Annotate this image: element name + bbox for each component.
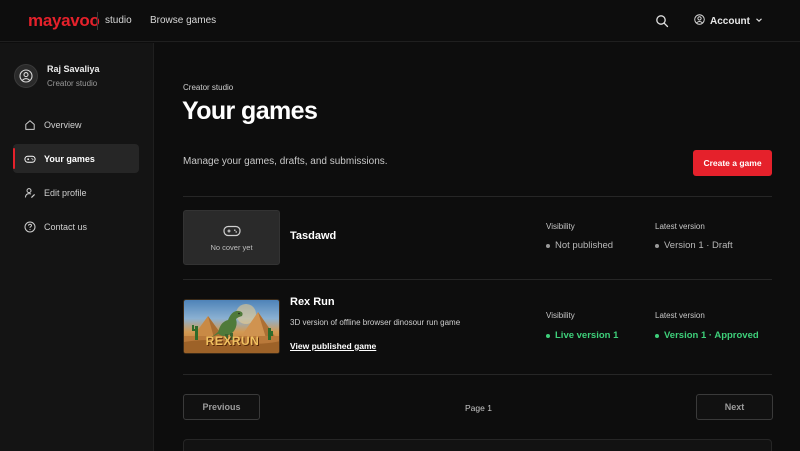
- sidebar-item-label: Your games: [44, 153, 95, 164]
- browse-games-link[interactable]: Browse games: [150, 15, 216, 26]
- game-title[interactable]: Tasdawd: [290, 230, 336, 242]
- page-subtitle: Manage your games, drafts, and submissio…: [183, 156, 388, 167]
- status-dot: [655, 243, 659, 248]
- game-cover-image[interactable]: REXRUN: [183, 299, 280, 354]
- sidebar: Raj Savaliya Creator studio Overview You…: [0, 43, 154, 451]
- gamepad-icon: [24, 153, 36, 165]
- page-indicator: Page 1: [465, 403, 492, 413]
- visibility-label: Visibility: [546, 311, 575, 320]
- cover-title-text: REXRUN: [205, 334, 260, 348]
- status-dot: [546, 243, 550, 248]
- help-circle-icon: [24, 221, 36, 233]
- sidebar-item-your-games[interactable]: Your games: [13, 144, 139, 173]
- gamepad-icon: [222, 225, 241, 236]
- latest-version-label: Latest version: [655, 311, 705, 320]
- game-cover-placeholder[interactable]: No cover yet: [183, 210, 280, 265]
- view-published-game-link[interactable]: View published game: [290, 341, 376, 351]
- game-title[interactable]: Rex Run: [290, 296, 335, 308]
- status-dot: [546, 333, 550, 338]
- game-row: No cover yet Tasdawd Visibility Not publ…: [183, 197, 772, 279]
- brand-logo[interactable]: mayavoo: [28, 11, 100, 31]
- user-edit-icon: [24, 187, 36, 199]
- sidebar-item-contact-us[interactable]: Contact us: [13, 212, 139, 241]
- previous-page-button[interactable]: Previous: [183, 394, 260, 420]
- home-icon: [24, 119, 36, 131]
- visibility-value: Not published: [555, 240, 614, 251]
- visibility-status: Not published: [546, 240, 613, 251]
- latest-version-status: Version 1 · Draft: [655, 240, 733, 251]
- bottom-card: [183, 439, 772, 451]
- avatar: [14, 64, 38, 88]
- sidebar-nav: Overview Your games Edit profile Contact…: [13, 110, 139, 246]
- create-game-button[interactable]: Create a game: [693, 150, 772, 176]
- account-menu[interactable]: Account: [694, 13, 763, 29]
- breadcrumb: Creator studio: [183, 83, 234, 92]
- sidebar-item-label: Edit profile: [44, 187, 87, 198]
- game-description: 3D version of offline browser dinosour r…: [290, 318, 461, 327]
- account-label: Account: [710, 15, 750, 27]
- latest-version-label: Latest version: [655, 222, 705, 231]
- sidebar-item-label: Contact us: [44, 221, 88, 232]
- search-icon[interactable]: [655, 14, 669, 28]
- user-icon: [19, 69, 33, 83]
- sidebar-item-edit-profile[interactable]: Edit profile: [13, 178, 139, 207]
- page-title: Your games: [182, 97, 318, 125]
- section-label: studio: [105, 15, 132, 26]
- latest-version-status: Version 1 · Approved: [655, 330, 759, 341]
- divider: [183, 374, 772, 375]
- user-name: Raj Savaliya: [47, 64, 100, 74]
- sidebar-item-overview[interactable]: Overview: [13, 110, 139, 139]
- next-page-button[interactable]: Next: [696, 394, 773, 420]
- game-row: REXRUN Rex Run 3D version of offline bro…: [183, 280, 772, 362]
- status-dot: [655, 333, 659, 338]
- account-icon: [694, 14, 705, 28]
- visibility-label: Visibility: [546, 222, 575, 231]
- visibility-value: Live version 1: [555, 330, 619, 341]
- chevron-down-icon: [755, 16, 763, 27]
- visibility-status: Live version 1: [546, 330, 618, 341]
- latest-version-value: Version 1 · Approved: [664, 330, 759, 341]
- user-role: Creator studio: [47, 79, 98, 88]
- top-bar: mayavoo studio Browse games Account: [0, 0, 800, 42]
- user-card: Raj Savaliya Creator studio: [14, 62, 144, 94]
- latest-version-value: Version 1 · Draft: [664, 240, 733, 251]
- logo-divider: [97, 12, 98, 30]
- sidebar-item-label: Overview: [44, 119, 82, 130]
- cover-placeholder-text: No cover yet: [210, 242, 253, 252]
